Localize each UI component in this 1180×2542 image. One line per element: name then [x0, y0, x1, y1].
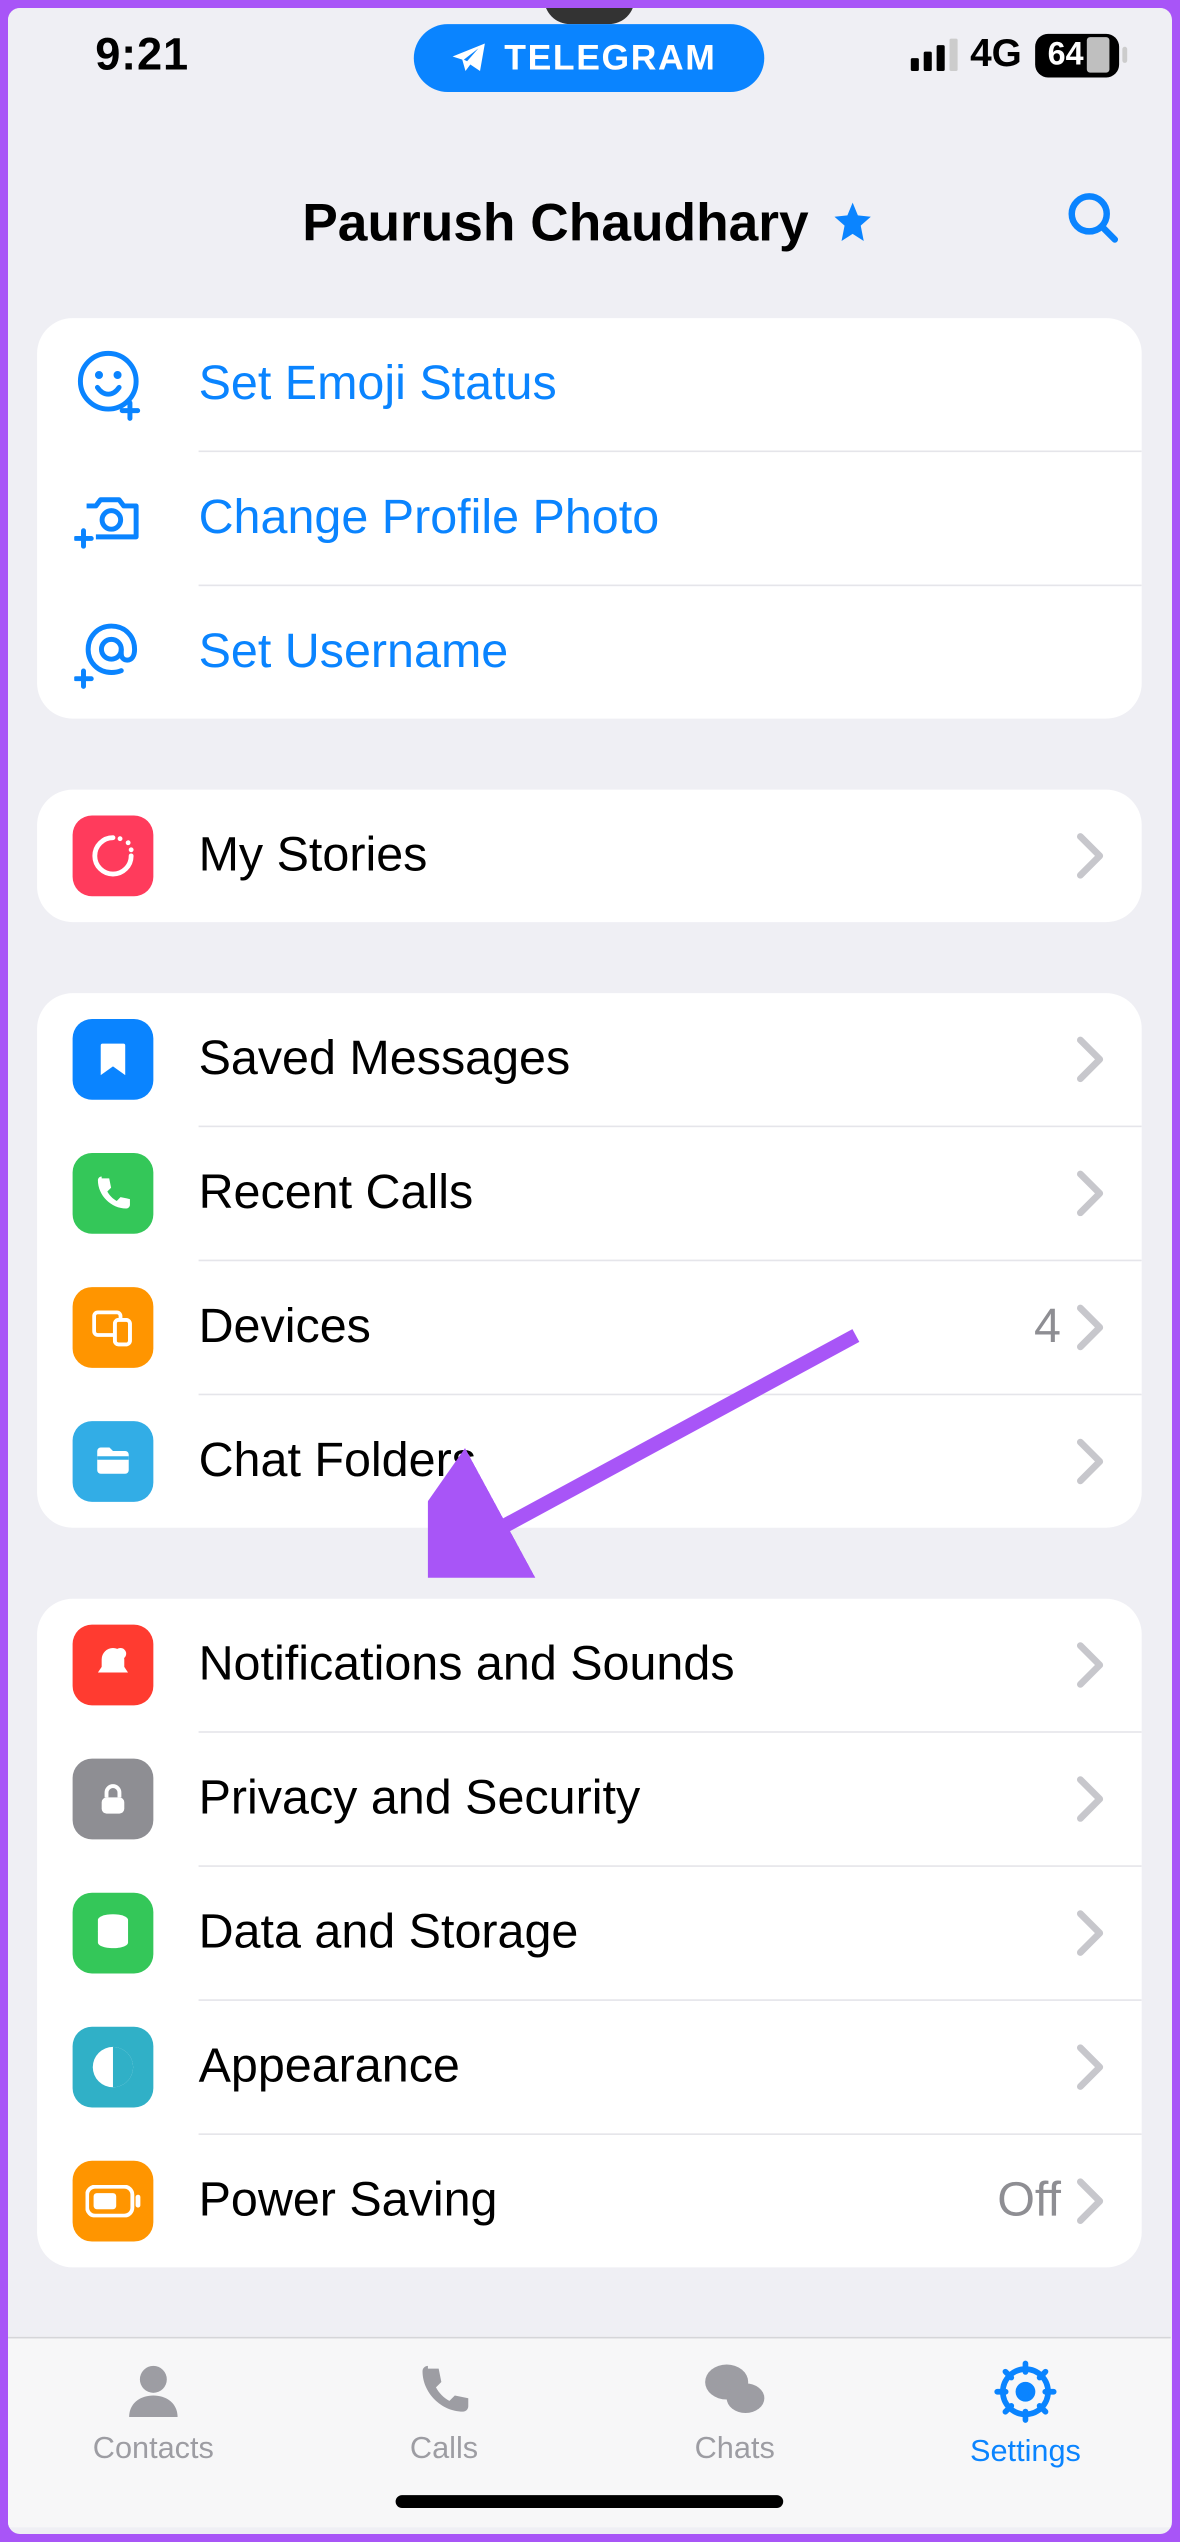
folder-icon [73, 1421, 154, 1502]
signal-icon [910, 39, 957, 71]
page-title: Paurush Chaudhary [302, 192, 808, 253]
chat-group: Saved Messages Recent Calls Devices 4 [37, 993, 1142, 1528]
home-indicator[interactable] [396, 2495, 784, 2508]
settings-icon [992, 2358, 1060, 2426]
chevron-right-icon [1074, 1909, 1106, 1957]
camera-plus-icon [73, 480, 151, 558]
chat-folders-row[interactable]: Chat Folders [37, 1395, 1142, 1527]
row-label: Saved Messages [199, 1032, 1074, 1087]
premium-star-icon [828, 199, 876, 247]
row-label: Change Profile Photo [199, 491, 1107, 546]
tab-label: Settings [970, 2435, 1081, 2471]
notifications-row[interactable]: Notifications and Sounds [37, 1599, 1142, 1731]
lock-icon [73, 1759, 154, 1840]
tab-bar: Contacts Calls Chats Settings [8, 2337, 1171, 2528]
status-time: 9:21 [95, 29, 189, 81]
chevron-right-icon [1074, 1303, 1106, 1351]
row-label: Privacy and Security [199, 1772, 1074, 1827]
settings-group: Notifications and Sounds Privacy and Sec… [37, 1599, 1142, 2268]
set-username-row[interactable]: Set Username [37, 586, 1142, 718]
row-label: Set Username [199, 625, 1107, 680]
chevron-right-icon [1074, 832, 1106, 880]
chevron-right-icon [1074, 1641, 1106, 1689]
privacy-row[interactable]: Privacy and Security [37, 1733, 1142, 1865]
app-pill-label: TELEGRAM [504, 37, 716, 79]
at-plus-icon [73, 614, 151, 692]
row-label: Power Saving [199, 2174, 998, 2229]
set-emoji-status-row[interactable]: Set Emoji Status [37, 318, 1142, 450]
tab-label: Calls [410, 2432, 478, 2468]
page-header: Paurush Chaudhary [8, 166, 1171, 279]
row-label: Notifications and Sounds [199, 1638, 1074, 1693]
data-storage-row[interactable]: Data and Storage [37, 1867, 1142, 1999]
row-label: Chat Folders [199, 1434, 1074, 1489]
bell-icon [73, 1625, 154, 1706]
contrast-icon [73, 2027, 154, 2108]
phone-icon [73, 1153, 154, 1234]
search-button[interactable] [1061, 186, 1126, 259]
row-label: Set Emoji Status [199, 357, 1107, 412]
telegram-icon [449, 39, 488, 78]
contacts-icon [119, 2358, 187, 2423]
saved-messages-row[interactable]: Saved Messages [37, 993, 1142, 1125]
chevron-right-icon [1074, 2177, 1106, 2225]
row-label: Recent Calls [199, 1166, 1074, 1221]
change-profile-photo-row[interactable]: Change Profile Photo [37, 452, 1142, 584]
profile-actions-group: Set Emoji Status Change Profile Photo Se… [37, 318, 1142, 719]
battery-indicator: 64 [1035, 33, 1119, 77]
search-icon [1061, 186, 1126, 251]
stories-icon [73, 816, 154, 897]
smiley-plus-icon [73, 346, 151, 424]
tab-contacts[interactable]: Contacts [8, 2338, 299, 2527]
database-icon [73, 1893, 154, 1974]
stories-group: My Stories [37, 790, 1142, 922]
tab-settings[interactable]: Settings [880, 2338, 1171, 2527]
battery-icon [73, 2161, 154, 2242]
row-value: 4 [1034, 1300, 1061, 1355]
tab-label: Chats [695, 2432, 775, 2468]
bookmark-icon [73, 1019, 154, 1100]
calls-icon [412, 2358, 477, 2423]
row-label: My Stories [199, 828, 1074, 883]
chevron-right-icon [1074, 1775, 1106, 1823]
chevron-right-icon [1074, 1035, 1106, 1083]
my-stories-row[interactable]: My Stories [37, 790, 1142, 922]
battery-percent: 64 [1048, 36, 1084, 73]
devices-row[interactable]: Devices 4 [37, 1261, 1142, 1393]
power-saving-row[interactable]: Power Saving Off [37, 2135, 1142, 2267]
chats-icon [698, 2358, 772, 2423]
chevron-right-icon [1074, 1437, 1106, 1485]
network-type: 4G [970, 32, 1022, 77]
chevron-right-icon [1074, 2043, 1106, 2091]
appearance-row[interactable]: Appearance [37, 2001, 1142, 2133]
return-to-app-pill[interactable]: TELEGRAM [414, 24, 765, 92]
row-label: Devices [199, 1300, 1034, 1355]
row-label: Appearance [199, 2040, 1074, 2095]
chevron-right-icon [1074, 1169, 1106, 1217]
tab-label: Contacts [93, 2432, 214, 2468]
row-value: Off [997, 2174, 1061, 2229]
row-label: Data and Storage [199, 1906, 1074, 1961]
devices-icon [73, 1287, 154, 1368]
recent-calls-row[interactable]: Recent Calls [37, 1127, 1142, 1259]
